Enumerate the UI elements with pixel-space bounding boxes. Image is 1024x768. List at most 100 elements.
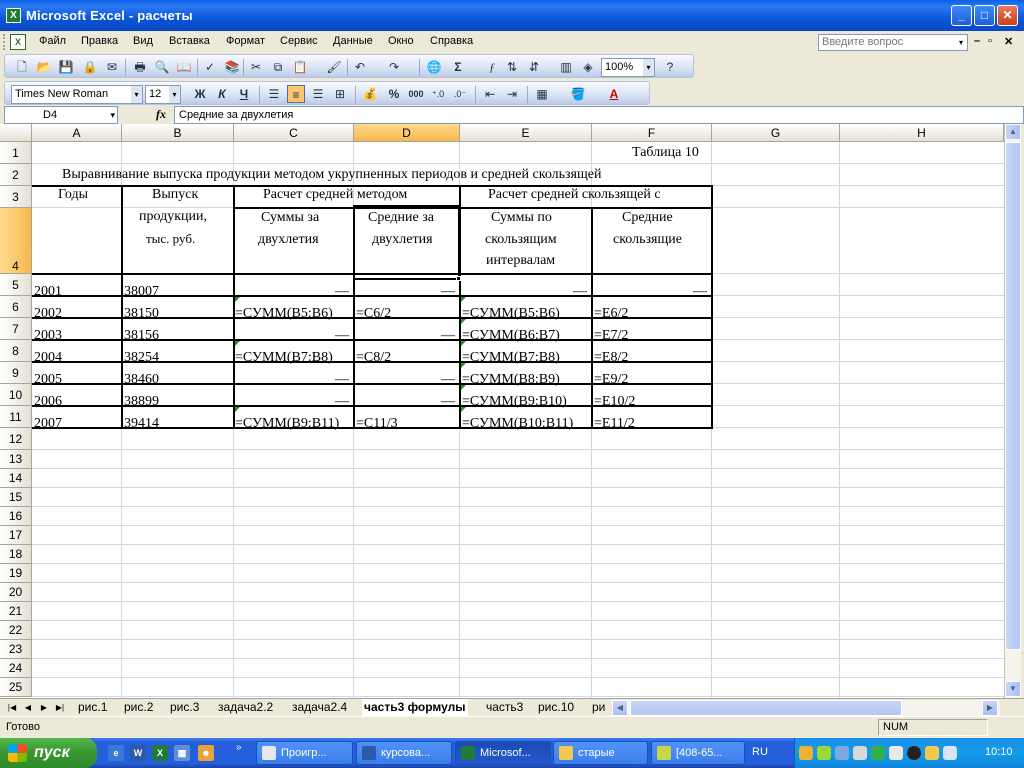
task-excel[interactable]: Microsof... <box>455 741 551 765</box>
row-header-22[interactable]: 22 <box>0 621 32 640</box>
cell-c-value[interactable]: — <box>335 393 349 411</box>
cell-e3-group2[interactable]: Расчет средней скользящей с <box>488 186 661 204</box>
row-header-5[interactable]: 5 <box>0 274 32 296</box>
cell-c-value[interactable]: — <box>335 371 349 389</box>
font-select[interactable]: Times New Roman ▾ <box>11 85 143 104</box>
messenger-icon[interactable]: ☻ <box>198 745 214 761</box>
permission-icon[interactable]: 🔒 <box>81 58 99 76</box>
cell-f1[interactable]: Таблица 10 <box>632 144 699 162</box>
cell-output[interactable]: 39414 <box>124 415 159 433</box>
task-player[interactable]: Проигр... <box>256 741 353 765</box>
column-header-d[interactable]: D <box>354 124 460 142</box>
formula-input[interactable]: Средние за двухлетия <box>174 106 1024 124</box>
insert-function-icon[interactable]: fx <box>156 107 166 122</box>
cell-e-value[interactable]: =СУММ(B8:B9) <box>462 371 560 389</box>
scroll-left-icon[interactable]: ◀ <box>612 700 628 716</box>
fill-color-icon[interactable]: 🪣 <box>569 85 587 103</box>
error-indicator-icon[interactable] <box>461 407 466 412</box>
menu-tools[interactable]: Сервис <box>280 35 318 47</box>
cell-f-value[interactable]: — <box>693 283 707 301</box>
chevron-down-icon[interactable]: ▾ <box>131 86 142 103</box>
cell-d-value[interactable]: — <box>441 371 455 389</box>
row-header-9[interactable]: 9 <box>0 362 32 384</box>
row-header-8[interactable]: 8 <box>0 340 32 362</box>
volume-icon[interactable] <box>943 746 957 760</box>
first-sheet-icon[interactable]: |◀ <box>6 701 18 714</box>
cell-f-value[interactable]: =E7/2 <box>594 327 628 345</box>
zoom-select[interactable]: 100% ▾ <box>601 58 655 77</box>
tray-mail-icon[interactable] <box>925 746 939 760</box>
cell-c-value[interactable]: =СУММ(B5:B6) <box>235 305 333 323</box>
column-header-e[interactable]: E <box>460 124 592 142</box>
row-header-24[interactable]: 24 <box>0 659 32 678</box>
decrease-decimal-icon[interactable]: .0⁻ <box>451 85 469 103</box>
undo-icon[interactable]: ↶ <box>351 58 369 76</box>
align-center-icon[interactable]: ≡ <box>287 85 305 103</box>
tray-flower-icon[interactable] <box>817 746 831 760</box>
cell-output[interactable]: 38460 <box>124 371 159 389</box>
cell-c4-line1[interactable]: Суммы за <box>261 209 319 227</box>
align-right-icon[interactable]: ☰ <box>309 85 327 103</box>
hyperlink-icon[interactable]: 🌐 <box>425 58 443 76</box>
italic-button[interactable]: К <box>213 85 231 103</box>
tray-display-icon[interactable] <box>853 746 867 760</box>
cell-d-value[interactable]: =C6/2 <box>356 305 391 323</box>
cell-output[interactable]: 38254 <box>124 349 159 367</box>
cell-year[interactable]: 2004 <box>34 349 62 367</box>
chevron-down-icon[interactable]: ▾ <box>643 59 654 76</box>
menu-window[interactable]: Окно <box>388 35 414 47</box>
drawing-icon[interactable]: ◈ <box>579 58 597 76</box>
cell-f-value[interactable]: =E9/2 <box>594 371 628 389</box>
tray-network-icon[interactable] <box>835 746 849 760</box>
cell-year[interactable]: 2007 <box>34 415 62 433</box>
borders-icon[interactable]: ▦ <box>533 85 551 103</box>
cell-f-value[interactable]: =E6/2 <box>594 305 628 323</box>
tray-media-icon[interactable] <box>907 746 921 760</box>
cell-d-value[interactable]: — <box>441 393 455 411</box>
minimize-button[interactable]: _ <box>951 5 972 26</box>
spelling-icon[interactable]: ✓ <box>201 58 219 76</box>
cell-e-value[interactable]: =СУММ(B7:B8) <box>462 349 560 367</box>
row-header-20[interactable]: 20 <box>0 583 32 602</box>
horizontal-scrollbar[interactable]: ◀ ▶ <box>612 700 1000 716</box>
chevron-down-icon[interactable]: ▾ <box>955 35 967 50</box>
tray-tool-icon[interactable] <box>889 746 903 760</box>
row-header-17[interactable]: 17 <box>0 526 32 545</box>
row-header-18[interactable]: 18 <box>0 545 32 564</box>
prev-sheet-icon[interactable]: ◀ <box>22 701 34 714</box>
tab-ris2[interactable]: рис.2 <box>122 699 155 716</box>
tab-zadacha24[interactable]: задача2.4 <box>290 699 349 716</box>
cell-f4-line2[interactable]: скользящие <box>613 231 682 249</box>
cell-d-value[interactable]: =C8/2 <box>356 349 391 367</box>
cell-b3-line2[interactable]: продукции, <box>139 208 207 226</box>
cell-output[interactable]: 38899 <box>124 393 159 411</box>
autosum-icon[interactable]: Σ <box>449 58 467 76</box>
align-left-icon[interactable]: ☰ <box>265 85 283 103</box>
underline-button[interactable]: Ч <box>235 85 253 103</box>
cell-year[interactable]: 2001 <box>34 283 62 301</box>
last-sheet-icon[interactable]: ▶| <box>54 701 66 714</box>
increase-decimal-icon[interactable]: ⁺.0 <box>429 85 447 103</box>
column-header-g[interactable]: G <box>712 124 840 142</box>
cell-f-value[interactable]: =E11/2 <box>594 415 635 433</box>
error-indicator-icon[interactable] <box>461 363 466 368</box>
cell-d-value[interactable]: =C11/3 <box>356 415 398 433</box>
select-all-corner[interactable] <box>0 124 32 142</box>
scroll-down-icon[interactable]: ▼ <box>1005 681 1021 697</box>
fill-handle[interactable] <box>456 276 461 281</box>
row-header-21[interactable]: 21 <box>0 602 32 621</box>
save-icon[interactable]: 💾 <box>57 58 75 76</box>
calculator-icon[interactable]: ▦ <box>174 745 190 761</box>
open-folder-icon[interactable]: 📂 <box>35 58 53 76</box>
copy-icon[interactable]: ⧉ <box>269 58 287 76</box>
task-kursovaya[interactable]: курсова... <box>356 741 452 765</box>
doc-close-button[interactable]: ✕ <box>1004 35 1013 48</box>
row-header-2[interactable]: 2 <box>0 164 32 186</box>
excel-quicklaunch-icon[interactable]: X <box>152 745 168 761</box>
decrease-indent-icon[interactable]: ⇤ <box>481 85 499 103</box>
scroll-up-icon[interactable]: ▲ <box>1005 124 1021 140</box>
cell-e4-line1[interactable]: Суммы по <box>491 209 552 227</box>
cell-year[interactable]: 2003 <box>34 327 62 345</box>
cell-e-value[interactable]: =СУММ(B5:B6) <box>462 305 560 323</box>
workbook-icon[interactable]: X <box>10 34 26 50</box>
